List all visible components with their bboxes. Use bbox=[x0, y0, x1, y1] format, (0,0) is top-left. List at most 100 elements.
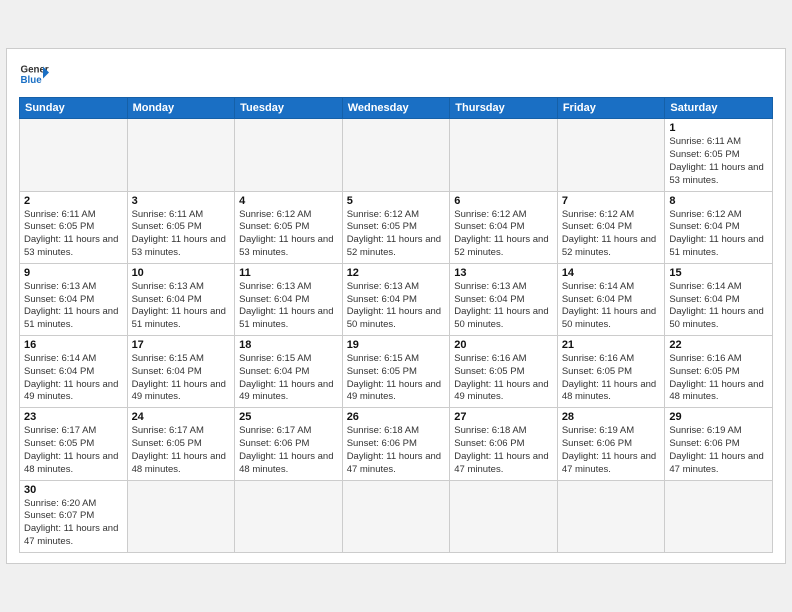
day-info: Sunrise: 6:13 AMSunset: 6:04 PMDaylight:… bbox=[24, 281, 123, 332]
day-number: 18 bbox=[239, 339, 338, 351]
calendar-cell: 9Sunrise: 6:13 AMSunset: 6:04 PMDaylight… bbox=[20, 263, 128, 335]
day-number: 25 bbox=[239, 411, 338, 423]
day-number: 1 bbox=[669, 122, 768, 134]
calendar-cell bbox=[20, 119, 128, 191]
calendar-cell bbox=[450, 119, 558, 191]
day-info: Sunrise: 6:14 AMSunset: 6:04 PMDaylight:… bbox=[669, 281, 768, 332]
day-info: Sunrise: 6:16 AMSunset: 6:05 PMDaylight:… bbox=[454, 353, 553, 404]
day-info: Sunrise: 6:20 AMSunset: 6:07 PMDaylight:… bbox=[24, 498, 123, 549]
calendar-cell: 26 Sunrise: 6:18 AMSunset: 6:06 PMDayligh… bbox=[342, 408, 450, 480]
calendar-cell: 16 Sunrise: 6:14 AMSunset: 6:04 PMDayligh… bbox=[20, 336, 128, 408]
day-number: 3 bbox=[132, 195, 231, 207]
day-number: 13 bbox=[454, 267, 553, 279]
calendar-cell: 6 Sunrise: 6:12 AMSunset: 6:04 PMDaylight… bbox=[450, 191, 558, 263]
day-number: 21 bbox=[562, 339, 661, 351]
day-info: Sunrise: 6:17 AMSunset: 6:05 PMDaylight:… bbox=[132, 425, 231, 476]
calendar-cell: 25Sunrise: 6:17 AMSunset: 6:06 PMDayligh… bbox=[235, 408, 343, 480]
calendar-cell: 14 Sunrise: 6:14 AMSunset: 6:04 PMDayligh… bbox=[557, 263, 665, 335]
day-number: 26 bbox=[347, 411, 446, 423]
weekday-header-wednesday: Wednesday bbox=[342, 98, 450, 119]
calendar-cell: 22 Sunrise: 6:16 AMSunset: 6:05 PMDayligh… bbox=[665, 336, 773, 408]
day-info: Sunrise: 6:18 AMSunset: 6:06 PMDaylight:… bbox=[347, 425, 446, 476]
calendar-cell bbox=[127, 480, 235, 552]
calendar-cell bbox=[127, 119, 235, 191]
calendar-cell: 12 Sunrise: 6:13 AMSunset: 6:04 PMDayligh… bbox=[342, 263, 450, 335]
day-info: Sunrise: 6:15 AMSunset: 6:05 PMDaylight:… bbox=[347, 353, 446, 404]
calendar-cell: 29 Sunrise: 6:19 AMSunset: 6:06 PMDayligh… bbox=[665, 408, 773, 480]
day-number: 19 bbox=[347, 339, 446, 351]
day-number: 14 bbox=[562, 267, 661, 279]
calendar-cell: 2Sunrise: 6:11 AMSunset: 6:05 PMDaylight… bbox=[20, 191, 128, 263]
calendar-container: General Blue SundayMondayTuesdayWednesda… bbox=[6, 48, 786, 564]
day-number: 22 bbox=[669, 339, 768, 351]
day-number: 23 bbox=[24, 411, 123, 423]
day-info: Sunrise: 6:15 AMSunset: 6:04 PMDaylight:… bbox=[239, 353, 338, 404]
calendar-cell: 19 Sunrise: 6:15 AMSunset: 6:05 PMDayligh… bbox=[342, 336, 450, 408]
day-number: 11 bbox=[239, 267, 338, 279]
calendar-cell: 8 Sunrise: 6:12 AMSunset: 6:04 PMDaylight… bbox=[665, 191, 773, 263]
day-info: Sunrise: 6:15 AMSunset: 6:04 PMDaylight:… bbox=[132, 353, 231, 404]
calendar-cell: 28 Sunrise: 6:19 AMSunset: 6:06 PMDayligh… bbox=[557, 408, 665, 480]
day-number: 6 bbox=[454, 195, 553, 207]
calendar-cell: 27 Sunrise: 6:18 AMSunset: 6:06 PMDayligh… bbox=[450, 408, 558, 480]
calendar-cell bbox=[557, 119, 665, 191]
day-info: Sunrise: 6:11 AMSunset: 6:05 PMDaylight:… bbox=[132, 209, 231, 260]
calendar-cell: 5 Sunrise: 6:12 AMSunset: 6:05 PMDaylight… bbox=[342, 191, 450, 263]
weekday-header-tuesday: Tuesday bbox=[235, 98, 343, 119]
calendar-cell: 17 Sunrise: 6:15 AMSunset: 6:04 PMDayligh… bbox=[127, 336, 235, 408]
day-number: 29 bbox=[669, 411, 768, 423]
weekday-header-monday: Monday bbox=[127, 98, 235, 119]
weekday-header-saturday: Saturday bbox=[665, 98, 773, 119]
day-info: Sunrise: 6:19 AMSunset: 6:06 PMDaylight:… bbox=[669, 425, 768, 476]
day-info: Sunrise: 6:13 AMSunset: 6:04 PMDaylight:… bbox=[239, 281, 338, 332]
day-info: Sunrise: 6:14 AMSunset: 6:04 PMDaylight:… bbox=[24, 353, 123, 404]
calendar-cell: 30 Sunrise: 6:20 AMSunset: 6:07 PMDayligh… bbox=[20, 480, 128, 552]
weekday-header-thursday: Thursday bbox=[450, 98, 558, 119]
logo: General Blue bbox=[19, 59, 49, 89]
weekday-header-sunday: Sunday bbox=[20, 98, 128, 119]
day-number: 12 bbox=[347, 267, 446, 279]
calendar-cell bbox=[235, 119, 343, 191]
calendar-table: SundayMondayTuesdayWednesdayThursdayFrid… bbox=[19, 97, 773, 553]
day-info: Sunrise: 6:13 AMSunset: 6:04 PMDaylight:… bbox=[347, 281, 446, 332]
day-info: Sunrise: 6:13 AMSunset: 6:04 PMDaylight:… bbox=[132, 281, 231, 332]
day-number: 17 bbox=[132, 339, 231, 351]
calendar-cell: 7Sunrise: 6:12 AMSunset: 6:04 PMDaylight… bbox=[557, 191, 665, 263]
svg-text:Blue: Blue bbox=[21, 75, 43, 86]
day-info: Sunrise: 6:12 AMSunset: 6:04 PMDaylight:… bbox=[454, 209, 553, 260]
calendar-cell: 13 Sunrise: 6:13 AMSunset: 6:04 PMDayligh… bbox=[450, 263, 558, 335]
day-number: 28 bbox=[562, 411, 661, 423]
calendar-header: General Blue bbox=[19, 59, 773, 89]
logo-icon: General Blue bbox=[19, 59, 49, 89]
calendar-cell: 21Sunrise: 6:16 AMSunset: 6:05 PMDayligh… bbox=[557, 336, 665, 408]
calendar-cell: 23 Sunrise: 6:17 AMSunset: 6:05 PMDayligh… bbox=[20, 408, 128, 480]
day-number: 10 bbox=[132, 267, 231, 279]
day-number: 7 bbox=[562, 195, 661, 207]
calendar-cell: 18 Sunrise: 6:15 AMSunset: 6:04 PMDayligh… bbox=[235, 336, 343, 408]
calendar-cell: 4Sunrise: 6:12 AMSunset: 6:05 PMDaylight… bbox=[235, 191, 343, 263]
calendar-cell: 15Sunrise: 6:14 AMSunset: 6:04 PMDayligh… bbox=[665, 263, 773, 335]
day-info: Sunrise: 6:12 AMSunset: 6:05 PMDaylight:… bbox=[347, 209, 446, 260]
day-number: 30 bbox=[24, 484, 123, 496]
calendar-cell: 24Sunrise: 6:17 AMSunset: 6:05 PMDayligh… bbox=[127, 408, 235, 480]
day-info: Sunrise: 6:13 AMSunset: 6:04 PMDaylight:… bbox=[454, 281, 553, 332]
calendar-cell bbox=[342, 119, 450, 191]
day-info: Sunrise: 6:19 AMSunset: 6:06 PMDaylight:… bbox=[562, 425, 661, 476]
day-info: Sunrise: 6:16 AMSunset: 6:05 PMDaylight:… bbox=[669, 353, 768, 404]
calendar-cell: 3 Sunrise: 6:11 AMSunset: 6:05 PMDaylight… bbox=[127, 191, 235, 263]
day-number: 20 bbox=[454, 339, 553, 351]
day-number: 5 bbox=[347, 195, 446, 207]
day-info: Sunrise: 6:12 AMSunset: 6:05 PMDaylight:… bbox=[239, 209, 338, 260]
day-info: Sunrise: 6:18 AMSunset: 6:06 PMDaylight:… bbox=[454, 425, 553, 476]
day-info: Sunrise: 6:11 AMSunset: 6:05 PMDaylight:… bbox=[669, 136, 768, 187]
calendar-cell: 11 Sunrise: 6:13 AMSunset: 6:04 PMDayligh… bbox=[235, 263, 343, 335]
day-info: Sunrise: 6:11 AMSunset: 6:05 PMDaylight:… bbox=[24, 209, 123, 260]
day-number: 8 bbox=[669, 195, 768, 207]
calendar-cell bbox=[450, 480, 558, 552]
weekday-header-friday: Friday bbox=[557, 98, 665, 119]
day-number: 16 bbox=[24, 339, 123, 351]
day-number: 27 bbox=[454, 411, 553, 423]
day-info: Sunrise: 6:17 AMSunset: 6:05 PMDaylight:… bbox=[24, 425, 123, 476]
day-info: Sunrise: 6:12 AMSunset: 6:04 PMDaylight:… bbox=[669, 209, 768, 260]
day-info: Sunrise: 6:14 AMSunset: 6:04 PMDaylight:… bbox=[562, 281, 661, 332]
